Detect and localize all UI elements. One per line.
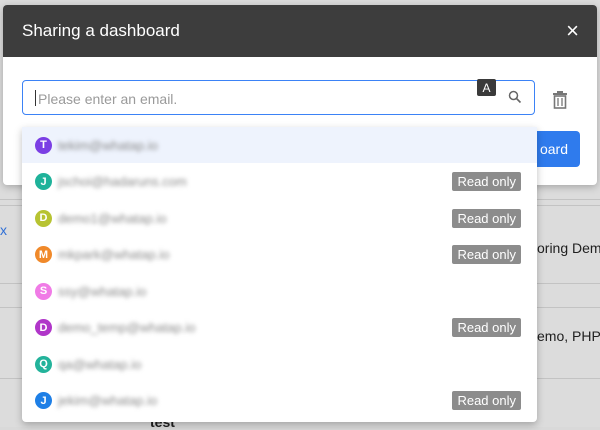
close-button[interactable]: × (566, 20, 579, 42)
avatar: D (35, 209, 52, 227)
suggestion-email: demo_temp@whatap.io (58, 320, 196, 335)
trash-icon[interactable] (552, 91, 568, 114)
suggestion-email: tekim@whatap.io (58, 137, 158, 153)
suggestion-email: ssy@whatap.io (58, 283, 147, 299)
suggestion-item[interactable]: Jjschoi@hadaruns.com Read only (22, 164, 537, 200)
avatar: M (35, 246, 52, 263)
avatar: J (35, 392, 52, 409)
avatar: S (35, 282, 52, 300)
suggestion-email: jschoi@hadaruns.com (58, 174, 187, 189)
suggestion-item[interactable]: Sssy@whatap.io (22, 273, 537, 309)
modal-header: Sharing a dashboard × (3, 5, 597, 57)
bg-row-text: oring Demo (537, 240, 600, 256)
suggestion-email: demo1@whatap.io (58, 210, 167, 226)
suggestion-item[interactable]: Qqa@whatap.io (22, 346, 537, 382)
avatar: J (35, 173, 52, 190)
modal-title: Sharing a dashboard (22, 21, 180, 40)
suggestion-item[interactable]: Jjekim@whatap.io Read only (22, 383, 537, 419)
search-icon[interactable] (508, 90, 522, 109)
suggestion-item[interactable]: Ddemo_temp@whatap.io Read only (22, 310, 537, 346)
bg-row-text: emo, PHP (537, 328, 600, 344)
bg-link-fragment: x (0, 222, 7, 238)
suggestion-item[interactable]: Mmkpark@whatap.io Read only (22, 237, 537, 273)
read-only-badge: Read only (452, 208, 521, 228)
avatar: Q (35, 355, 52, 373)
input-method-badge: A (477, 79, 496, 96)
suggestion-item[interactable]: Ttekim@whatap.io (22, 127, 537, 163)
email-search-field[interactable] (22, 80, 535, 116)
email-suggestion-list: Ttekim@whatap.io Jjschoi@hadaruns.com Read… (22, 127, 537, 422)
read-only-badge: Read only (452, 245, 521, 264)
email-input[interactable] (36, 81, 480, 116)
suggestion-email: jekim@whatap.io (58, 393, 158, 408)
avatar: D (35, 319, 52, 336)
read-only-badge: Read only (452, 172, 521, 191)
avatar: T (35, 136, 52, 154)
suggestion-item[interactable]: Ddemo1@whatap.io Read only (22, 200, 537, 236)
suggestion-email: qa@whatap.io (58, 356, 142, 372)
read-only-badge: Read only (452, 391, 521, 410)
suggestion-email: mkpark@whatap.io (58, 247, 170, 262)
read-only-badge: Read only (452, 318, 521, 337)
